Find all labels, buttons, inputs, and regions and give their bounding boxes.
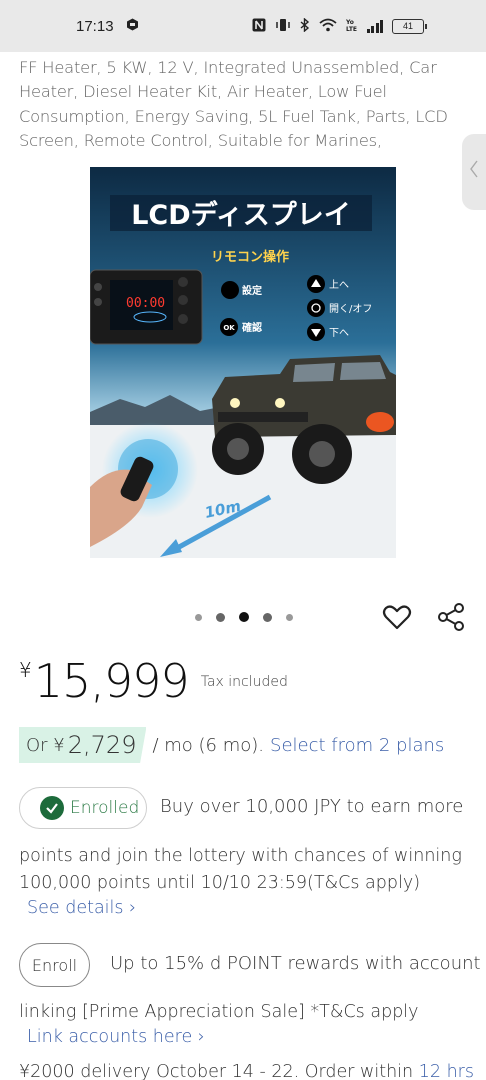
enroll-button[interactable]: Enroll xyxy=(19,943,90,987)
svg-text:LTE: LTE xyxy=(346,26,357,32)
select-plans-link[interactable]: Select from 2 plans xyxy=(270,735,444,756)
check-icon xyxy=(40,796,64,820)
delivery-cutoff: 12 hrs xyxy=(418,1062,474,1080)
carousel-dot[interactable] xyxy=(216,612,225,622)
carousel-dot[interactable] xyxy=(195,613,202,621)
delivery-info: ¥2000 delivery October 14 - 22. Order wi… xyxy=(19,1062,486,1080)
nfc-icon xyxy=(252,18,266,35)
installment-row: Or ¥2,729 / mo (6 mo). Select from 2 pla… xyxy=(19,727,444,763)
svg-text:Yo: Yo xyxy=(346,19,354,26)
dpoint-promo-body: linking [Prime Appreciation Sale] *T&Cs … xyxy=(19,1002,419,1022)
carousel-dot[interactable] xyxy=(286,613,293,621)
enrolled-badge[interactable]: Enrolled xyxy=(19,787,147,829)
link-accounts-link[interactable]: Link accounts here › xyxy=(27,1027,205,1047)
btn-up-label: 上へ xyxy=(329,279,349,291)
volte-icon: Yo LTE xyxy=(345,18,358,35)
battery-icon: 41 xyxy=(392,18,427,34)
installment-prefix: Or ¥ xyxy=(26,734,65,756)
dpoint-promo-headline: Up to 15% d POINT rewards with account xyxy=(110,953,481,974)
carousel-dots[interactable] xyxy=(195,612,293,622)
bluetooth-icon xyxy=(300,16,310,35)
tax-note: Tax included xyxy=(200,674,288,690)
image-headline: LCDディスプレイ xyxy=(131,199,351,231)
favorite-button[interactable] xyxy=(382,602,412,632)
display-readout: 00:00 xyxy=(126,296,165,311)
product-title: FF Heater, 5 KW, 12 V, Integrated Unasse… xyxy=(19,58,448,151)
points-promo-body: points and join the lottery with chances… xyxy=(19,846,462,893)
vibrate-icon xyxy=(275,18,291,35)
carousel-dot-active[interactable] xyxy=(239,612,249,622)
delivery-text: ¥2000 delivery October 14 - 22. Order wi… xyxy=(19,1062,414,1080)
btn-power-label: 開く/オフ xyxy=(329,303,372,315)
share-icon xyxy=(436,603,466,636)
price-amount: 15,999 xyxy=(33,654,190,708)
price-row: ¥ 15,999 Tax included xyxy=(19,652,288,710)
product-image[interactable]: LCDディスプレイ リモコン操作 00:00 設定 OK 確認 上へ 開く/オフ… xyxy=(90,167,396,558)
btn-confirm-label: 確認 xyxy=(242,321,262,334)
image-subhead: リモコン操作 xyxy=(211,249,289,265)
installment-chip: Or ¥2,729 xyxy=(19,727,147,763)
btn-ok-label: OK xyxy=(223,324,235,332)
price-currency: ¥ xyxy=(19,658,32,682)
wifi-icon xyxy=(318,18,337,35)
btn-down-label: 下へ xyxy=(329,328,349,339)
chevron-left-icon xyxy=(470,160,478,184)
enrolled-label: Enrolled xyxy=(70,798,140,818)
installment-suffix: / mo (6 mo). xyxy=(152,734,265,756)
see-details-link[interactable]: See details › xyxy=(27,898,136,918)
carousel-dot[interactable] xyxy=(263,612,272,622)
app-notification-icon xyxy=(126,18,139,35)
signal-icon xyxy=(366,19,383,33)
side-panel-handle[interactable] xyxy=(462,134,486,210)
status-bar: 17:13 Yo LTE 41 xyxy=(0,0,486,52)
heart-icon xyxy=(382,605,412,636)
status-time: 17:13 xyxy=(76,17,114,35)
points-promo-headline: Buy over 10,000 JPY to earn more xyxy=(160,796,464,817)
btn-setting-label: 設定 xyxy=(242,284,262,297)
installment-amount: 2,729 xyxy=(67,731,137,759)
share-button[interactable] xyxy=(436,602,466,632)
